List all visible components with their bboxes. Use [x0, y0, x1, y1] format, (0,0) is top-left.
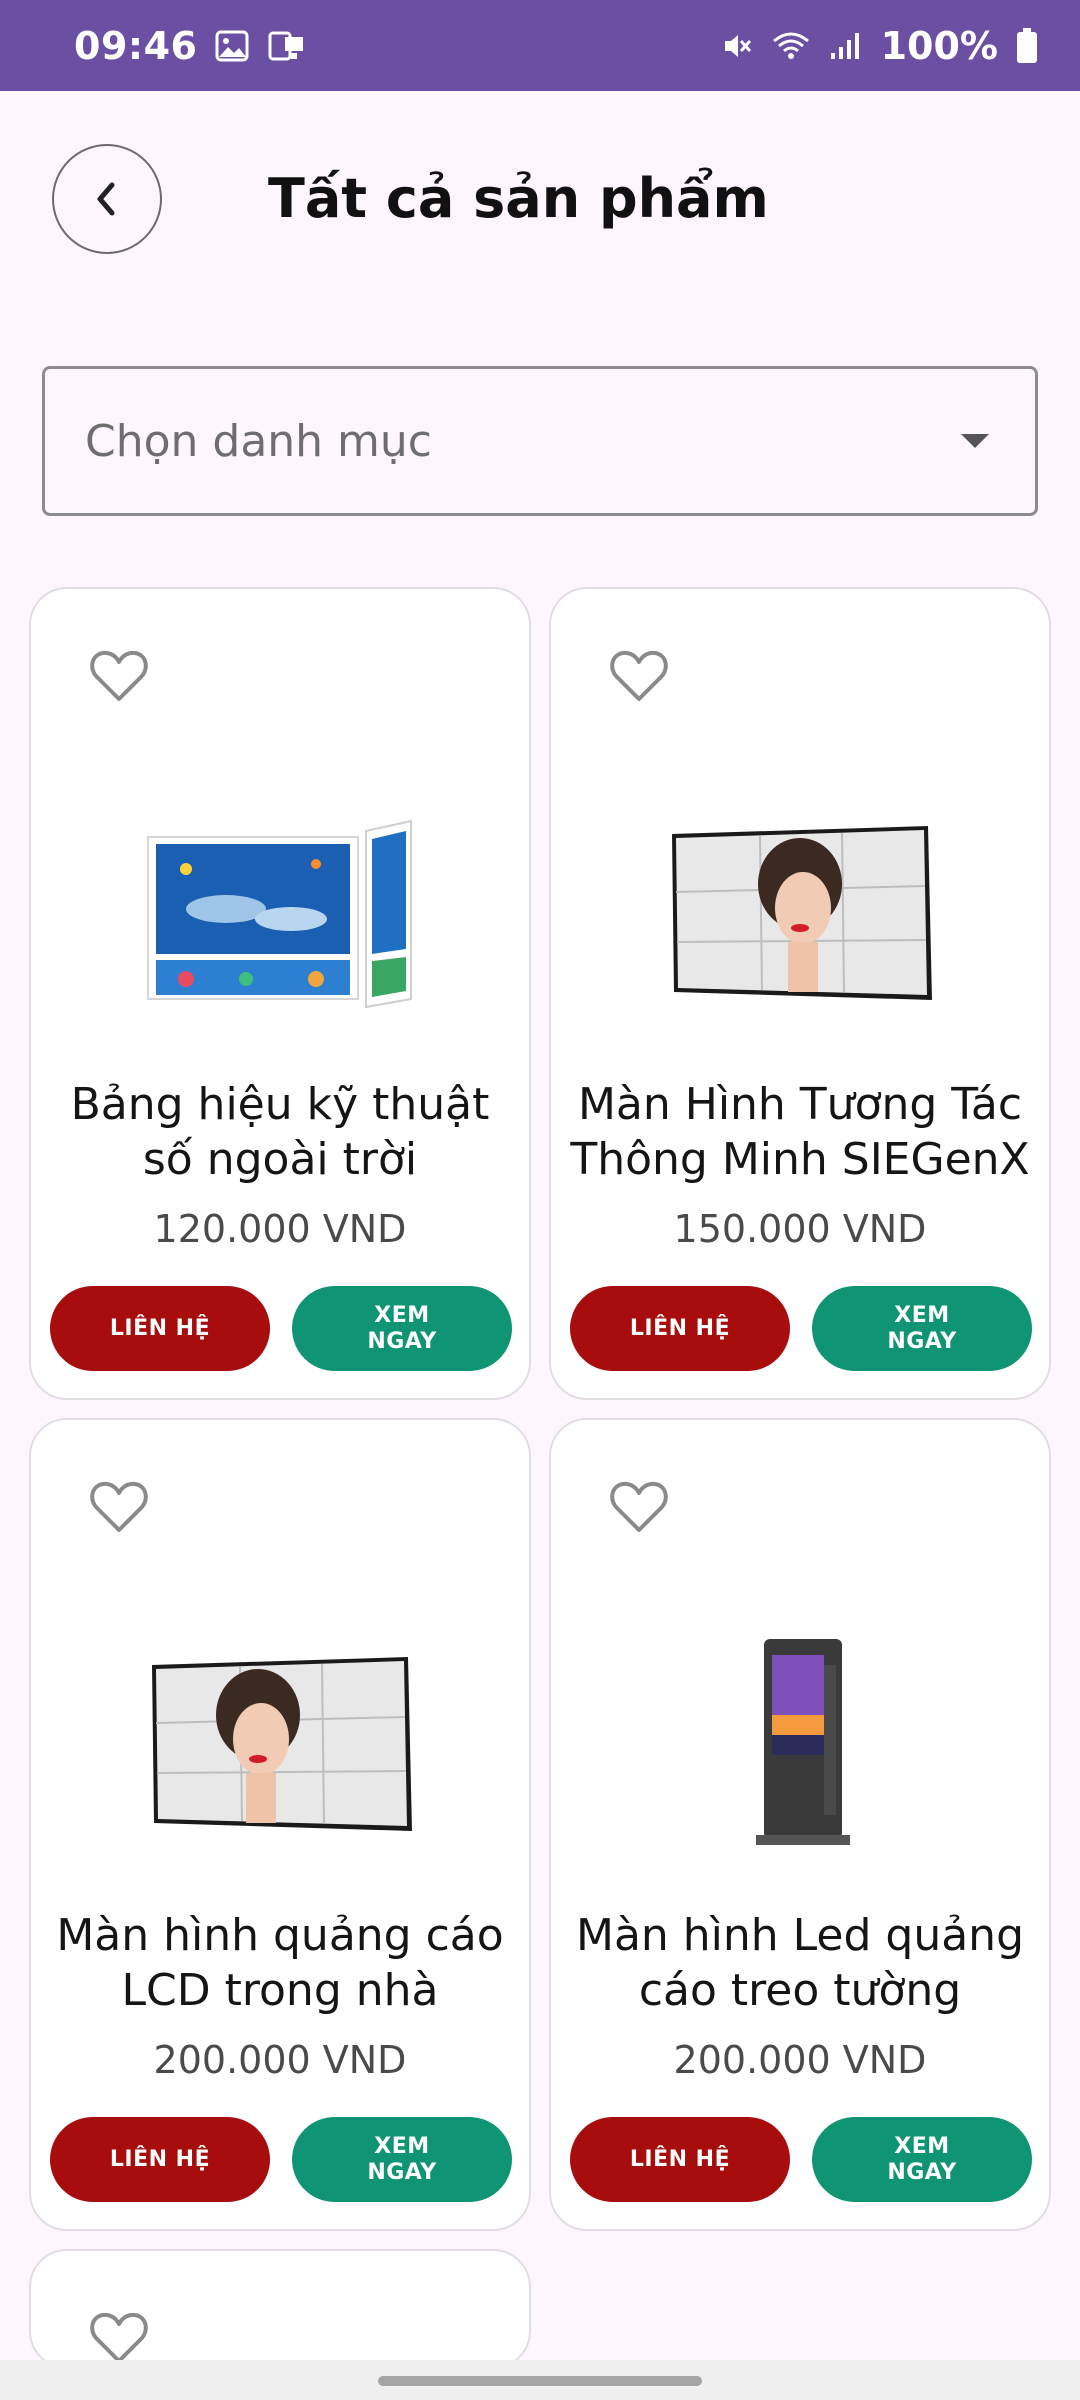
- view-now-button[interactable]: XEM NGAY: [812, 2117, 1032, 2202]
- contact-button[interactable]: LIÊN HỆ: [570, 1286, 790, 1371]
- screen-share-icon: [267, 29, 307, 63]
- signal-icon: [829, 31, 863, 61]
- home-gesture-handle[interactable]: [378, 2376, 702, 2386]
- product-card[interactable]: Màn hình quảng cáo LCD trong nhà 200.000…: [29, 1418, 531, 2231]
- contact-button[interactable]: LIÊN HỆ: [50, 1286, 270, 1371]
- view-now-label-line2: NGAY: [367, 2159, 437, 2185]
- wifi-icon: [771, 30, 811, 62]
- page-title: Tất cả sản phẩm: [268, 167, 769, 230]
- view-now-label-line1: XEM: [894, 2133, 950, 2159]
- contact-button[interactable]: LIÊN HỆ: [50, 2117, 270, 2202]
- category-dropdown[interactable]: Chọn danh mục: [42, 366, 1038, 516]
- heart-outline-icon[interactable]: [609, 649, 669, 703]
- mute-icon: [721, 30, 753, 62]
- dropdown-arrow-icon: [961, 434, 989, 448]
- contact-button[interactable]: LIÊN HỆ: [570, 2117, 790, 2202]
- product-card[interactable]: [29, 2249, 531, 2369]
- view-now-label-line2: NGAY: [887, 1328, 957, 1354]
- product-name: Màn hình quảng cáo LCD trong nhà: [56, 1910, 504, 2016]
- heart-outline-icon[interactable]: [89, 1480, 149, 1534]
- product-image-kiosk[interactable]: [631, 1630, 971, 1860]
- product-image-outdoor-signage[interactable]: [111, 799, 451, 1029]
- battery-icon: [1016, 27, 1038, 64]
- product-price: 150.000 VND: [673, 1207, 927, 1251]
- battery-percentage: 100%: [880, 23, 998, 68]
- product-image-video-wall[interactable]: [631, 799, 971, 1029]
- gesture-navigation-bar: [0, 2360, 1080, 2400]
- product-price: 200.000 VND: [153, 2038, 407, 2082]
- product-name: Màn Hình Tương Tác Thông Minh SIEGenX: [570, 1079, 1030, 1185]
- product-card[interactable]: Màn Hình Tương Tác Thông Minh SIEGenX 15…: [549, 587, 1051, 1400]
- product-price: 120.000 VND: [153, 1207, 407, 1251]
- heart-outline-icon[interactable]: [89, 649, 149, 703]
- status-bar: 09:46 100%: [0, 0, 1080, 91]
- product-image-lcd-indoor[interactable]: [111, 1630, 451, 1860]
- heart-outline-icon[interactable]: [89, 2311, 149, 2365]
- product-name: Màn hình Led quảng cáo treo tường: [576, 1910, 1024, 2016]
- status-time: 09:46: [74, 23, 198, 68]
- view-now-label-line2: NGAY: [887, 2159, 957, 2185]
- view-now-label-line1: XEM: [894, 1302, 950, 1328]
- chevron-left-icon: [97, 182, 115, 216]
- category-dropdown-placeholder: Chọn danh mục: [85, 415, 432, 467]
- view-now-button[interactable]: XEM NGAY: [812, 1286, 1032, 1371]
- product-card[interactable]: Màn hình Led quảng cáo treo tường 200.00…: [549, 1418, 1051, 2231]
- product-card[interactable]: Bảng hiệu kỹ thuật số ngoài trời 120.000…: [29, 587, 531, 1400]
- back-button[interactable]: [52, 144, 162, 254]
- heart-outline-icon[interactable]: [609, 1480, 669, 1534]
- header: Tất cả sản phẩm: [0, 91, 1080, 311]
- view-now-label-line2: NGAY: [367, 1328, 437, 1354]
- view-now-label-line1: XEM: [374, 2133, 430, 2159]
- gallery-icon: [215, 30, 249, 62]
- status-left: 09:46: [74, 24, 307, 68]
- view-now-button[interactable]: XEM NGAY: [292, 1286, 512, 1371]
- status-right: 100%: [721, 24, 1038, 68]
- product-price: 200.000 VND: [673, 2038, 927, 2082]
- view-now-label-line1: XEM: [374, 1302, 430, 1328]
- product-name: Bảng hiệu kỹ thuật số ngoài trời: [70, 1079, 490, 1185]
- view-now-button[interactable]: XEM NGAY: [292, 2117, 512, 2202]
